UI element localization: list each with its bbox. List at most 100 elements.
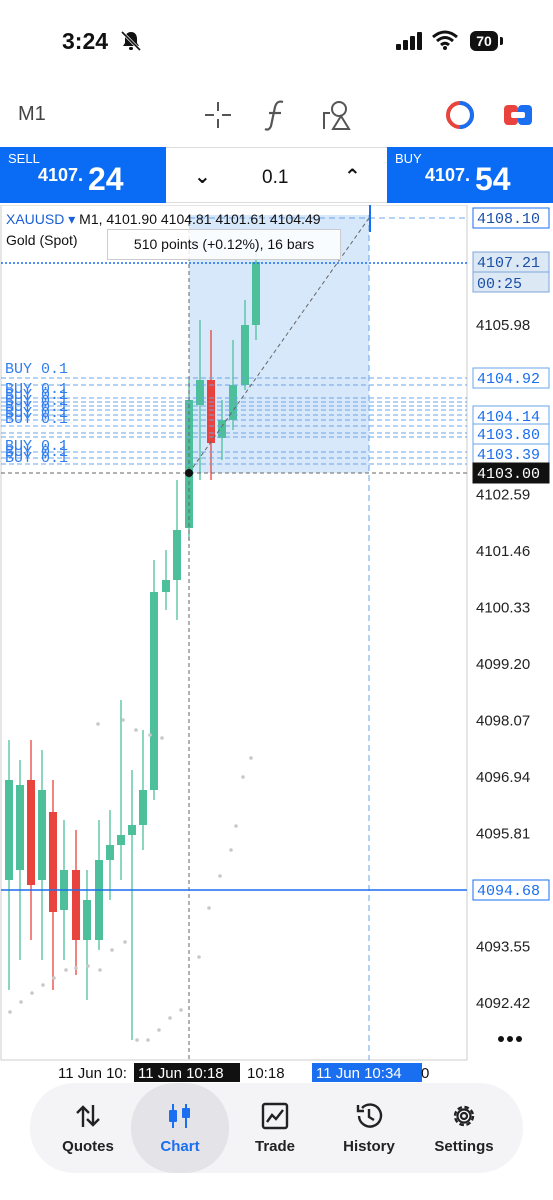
sar-dot	[8, 1010, 12, 1014]
bar-countdown-tag: 00:25	[472, 271, 550, 293]
sar-dot	[135, 1038, 139, 1042]
price-axis-label: 4093.55	[476, 939, 530, 956]
svg-text:4107.21: 4107.21	[477, 255, 540, 272]
nav-chart[interactable]: Chart	[131, 1083, 229, 1173]
sar-dot	[157, 1028, 161, 1032]
gear-icon	[453, 1105, 475, 1127]
price-axis-label: 4095.81	[476, 826, 530, 843]
chevron-down-icon[interactable]: ⌄	[194, 164, 211, 189]
trade-chart-icon	[261, 1102, 289, 1130]
nav-chart-label: Chart	[160, 1138, 200, 1155]
time-axis-label: 0	[421, 1065, 429, 1082]
time-axis-label: 11 Jun 10:18	[138, 1065, 224, 1082]
price-tag-bid: 4107.21	[472, 251, 550, 273]
nav-history[interactable]: History	[320, 1083, 418, 1173]
sar-dot	[168, 1016, 172, 1020]
price-axis-label: 4092.42	[476, 995, 530, 1012]
sar-dot	[74, 966, 78, 970]
crosshair-icon[interactable]	[203, 100, 233, 130]
sar-dot	[19, 1000, 23, 1004]
objects-shapes-icon[interactable]	[320, 99, 352, 131]
price-axis-label: 4105.98	[476, 317, 530, 334]
nav-quotes[interactable]: Quotes	[39, 1083, 137, 1173]
symbol-name[interactable]: XAUUSD	[6, 211, 64, 227]
time-axis-label: 10:18	[247, 1065, 285, 1082]
nav-quotes-label: Quotes	[62, 1138, 114, 1155]
one-click-trading-icon[interactable]	[445, 100, 475, 130]
measure-tooltip: 510 points (+0.12%), 16 bars	[107, 229, 341, 260]
bell-muted-icon	[120, 30, 142, 52]
lot-stepper: ⌄ 0.1 ⌃	[166, 147, 387, 203]
history-clock-icon	[356, 1103, 383, 1128]
sar-dot	[160, 736, 164, 740]
price-chart[interactable]: 4105.98 4102.59 4101.46 4100.33 4099.20 4098.…	[0, 205, 553, 1085]
bottom-navigation: Quotes Chart Trade History Settings	[30, 1083, 523, 1173]
sar-dot	[64, 968, 68, 972]
candle-body	[38, 790, 46, 880]
order-labels: BUY 0.1BUY 0.1BUY 0.1BUY 0.1BUY 0.1BUY 0…	[5, 361, 68, 467]
sar-dot	[96, 722, 100, 726]
sar-dot	[249, 756, 253, 760]
price-axis-label: 4096.94	[476, 769, 530, 786]
sar-dot	[207, 906, 211, 910]
signal-icon	[396, 32, 422, 50]
candle-body	[218, 420, 226, 438]
candle-body	[106, 845, 114, 860]
svg-text:4104.14: 4104.14	[477, 409, 540, 426]
nav-trade-label: Trade	[254, 1138, 296, 1155]
battery-tip	[500, 37, 503, 45]
order-label: BUY 0.1	[5, 361, 68, 378]
sar-dot	[30, 991, 34, 995]
svg-text:4094.68: 4094.68	[477, 883, 540, 900]
candle-body	[196, 380, 204, 405]
sell-price-suffix: 24	[88, 161, 124, 197]
sar-dot	[52, 976, 56, 980]
asset-description: Gold (Spot)	[6, 232, 78, 248]
candle-body	[162, 580, 170, 592]
time-axis: 11 Jun 10: 11 Jun 10:18 10:18 11 Jun 10:34 0	[58, 1063, 429, 1082]
sar-dot	[179, 1008, 183, 1012]
candle-body	[150, 592, 158, 790]
sar-dot	[148, 733, 152, 737]
svg-text:4103.80: 4103.80	[477, 427, 540, 444]
time-axis-label: 11 Jun 10:	[58, 1065, 127, 1082]
sell-button[interactable]: SELL 4107. 24	[0, 147, 166, 203]
order-label: BUY 0.1	[5, 411, 68, 428]
nav-history-label: History	[343, 1138, 395, 1155]
svg-text:4108.10: 4108.10	[477, 211, 540, 228]
svg-text:4104.92: 4104.92	[477, 371, 540, 388]
chevron-up-icon[interactable]: ⌃	[344, 164, 361, 189]
candle-body	[95, 860, 103, 940]
candle-body	[139, 790, 147, 825]
candle-body	[49, 812, 57, 912]
quotes-arrows-icon	[76, 1105, 100, 1127]
lot-size-value[interactable]: 0.1	[262, 167, 288, 189]
candle-body	[128, 825, 136, 835]
timeframe-button[interactable]: M1	[18, 103, 46, 126]
sar-dot	[218, 874, 222, 878]
nav-settings-label: Settings	[434, 1138, 494, 1155]
sar-dot	[134, 728, 138, 732]
nav-settings[interactable]: Settings	[415, 1083, 513, 1173]
sar-dot	[234, 824, 238, 828]
buy-button[interactable]: BUY 4107. 54	[387, 147, 553, 203]
candle-body	[241, 325, 249, 385]
trade-levels-icon[interactable]	[503, 102, 533, 128]
buy-price-prefix: 4107.	[425, 165, 471, 185]
more-dots-icon[interactable]	[498, 1036, 522, 1042]
time-axis-label: 11 Jun 10:34	[316, 1065, 402, 1082]
candle-body	[207, 380, 215, 443]
svg-text:4103.00: 4103.00	[477, 466, 540, 483]
price-axis-label: 4099.20	[476, 656, 530, 673]
sar-dot	[86, 964, 90, 968]
price-tag-cursor-dark: 4103.00	[472, 462, 550, 484]
price-tag-cursor: 4108.10	[472, 207, 550, 229]
candle-body	[117, 835, 125, 845]
nav-trade[interactable]: Trade	[226, 1083, 324, 1173]
price-tag-order: 4104.92	[472, 367, 550, 389]
indicators-function-icon[interactable]	[263, 98, 289, 132]
ohlc-values: M1, 4101.90 4104.81 4101.61 4104.49	[79, 211, 321, 227]
candle-body	[252, 262, 260, 325]
sar-dot	[121, 718, 125, 722]
symbol-dropdown-icon[interactable]: ▾	[68, 211, 75, 227]
